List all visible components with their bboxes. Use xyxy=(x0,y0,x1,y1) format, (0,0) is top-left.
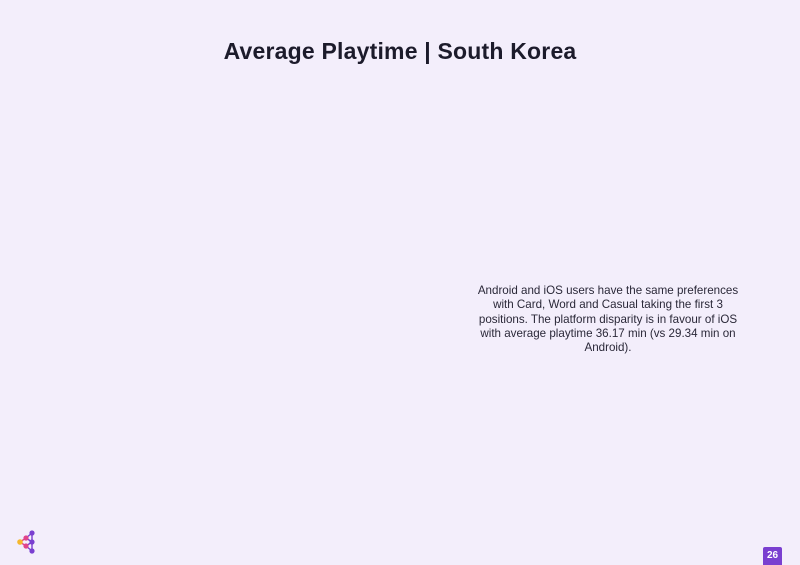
page-title: Average Playtime | South Korea xyxy=(223,38,577,64)
dot-network-logo-icon xyxy=(17,530,35,554)
page-number-badge: 26 xyxy=(763,547,782,565)
summary-text: Android and iOS users have the same pref… xyxy=(477,284,739,355)
